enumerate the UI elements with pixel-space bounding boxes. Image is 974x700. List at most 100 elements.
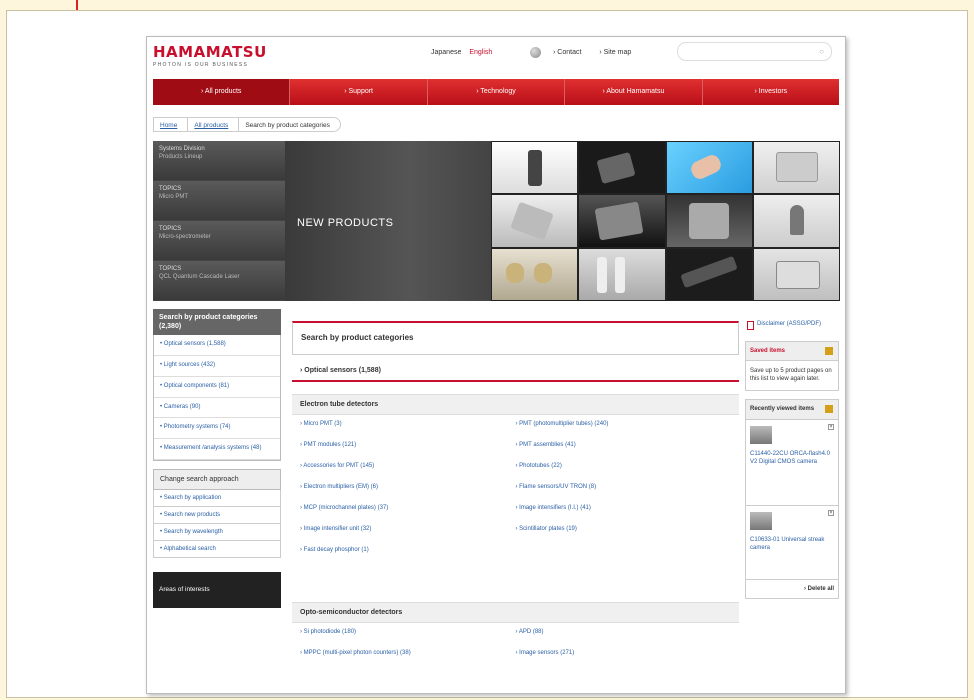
banner-tab[interactable]: TOPICS Micro PMT [153, 181, 285, 221]
main-nav: › All products › Support › Technology › … [153, 79, 839, 105]
product-image[interactable] [752, 141, 840, 195]
product-thumbnail[interactable] [750, 512, 772, 531]
product-image[interactable] [665, 247, 753, 301]
category-link[interactable]: › Phototubes (22) [516, 463, 732, 484]
sidebar: Search by product categories (2,380) • O… [153, 309, 281, 608]
site-header: HAMAMATSU PHOTON IS OUR BUSINESS Japanes… [147, 37, 845, 79]
lang-japanese-link[interactable]: Japanese [431, 49, 461, 56]
category-link[interactable]: › MCP (microchannel plates) (37) [300, 505, 516, 526]
category-link[interactable]: › Fast decay phosphor (1) [300, 547, 516, 568]
category-link[interactable]: › Image intensifiers (I.I.) (41) [516, 505, 732, 526]
logo-name: HAMAMATSU [153, 43, 267, 61]
sidebar-item-optical-sensors[interactable]: • Optical sensors (1,588) [154, 335, 280, 356]
hero-banner: Systems Division Products Lineup TOPICS Mi… [153, 141, 840, 301]
search-input[interactable]: ○ [677, 42, 832, 61]
banner-tab[interactable]: TOPICS Micro-spectrometer [153, 221, 285, 261]
breadcrumb-home[interactable]: Home [153, 117, 188, 132]
optical-sensors-heading[interactable]: › Optical sensors (1,588) [292, 361, 739, 382]
close-icon[interactable]: × [828, 424, 834, 431]
lang-english-link[interactable]: English [469, 49, 492, 56]
product-image[interactable] [491, 247, 579, 301]
star-icon [825, 346, 833, 355]
hero-panel[interactable]: NEW PRODUCTS [285, 141, 491, 301]
nav-support[interactable]: › Support [290, 79, 428, 105]
product-image[interactable] [578, 247, 666, 301]
product-thumbnail[interactable] [750, 426, 772, 445]
recent-item-link[interactable]: C11440-22CU ORCA-flash4.0 V2 Digital CMO… [750, 450, 834, 466]
sidebar-item-photometry[interactable]: • Photometry systems (74) [154, 418, 280, 440]
product-image[interactable] [578, 194, 666, 248]
product-image[interactable] [491, 141, 579, 195]
banner-tabs: Systems Division Products Lineup TOPICS Mi… [153, 141, 285, 301]
sidebar-heading: Search by product categories (2,380) [153, 309, 281, 336]
sidebar-item-optical-components[interactable]: • Optical components (81) [154, 377, 280, 398]
category-list: • Optical sensors (1,588) • Light source… [153, 335, 281, 461]
search-by-application-link[interactable]: • Search by application [153, 489, 281, 507]
nav-technology[interactable]: › Technology [428, 79, 566, 105]
nav-about[interactable]: › About Hamamatsu [565, 79, 703, 105]
section-heading: Electron tube detectors [292, 394, 739, 415]
category-link[interactable]: › Si photodiode (180) [300, 629, 516, 650]
contact-link[interactable]: › Contact [553, 49, 589, 56]
product-image[interactable] [752, 194, 840, 248]
language-switcher: Japanese English [431, 49, 492, 56]
alphabetical-search-link[interactable]: • Alphabetical search [153, 540, 281, 558]
product-image[interactable] [752, 247, 840, 301]
breadcrumb-current: Search by product categories [238, 117, 341, 132]
logo-tagline: PHOTON IS OUR BUSINESS [153, 62, 249, 68]
category-link[interactable]: › PMT (photomultiplier tubes) (240) [516, 421, 732, 442]
breadcrumb-all-products[interactable]: All products [187, 117, 239, 132]
delete-all-link[interactable]: › Delete all [745, 580, 839, 600]
category-columns: › Micro PMT (3) › PMT modules (121) › Ac… [292, 415, 739, 574]
product-image-grid [491, 141, 840, 301]
category-link[interactable]: › APD (88) [516, 629, 732, 650]
category-link[interactable]: › Flame sensors/UV TRON (8) [516, 484, 732, 505]
category-columns: › Si photodiode (180) › MPPC (multi-pixe… [292, 623, 739, 677]
close-icon[interactable]: × [828, 510, 834, 517]
nav-all-products[interactable]: › All products [153, 79, 291, 105]
top-links: › Contact › Site map [553, 49, 647, 56]
recent-items-heading: Recently viewed items [745, 398, 839, 421]
sidebar-item-cameras[interactable]: • Cameras (90) [154, 398, 280, 419]
sidebar-item-light-sources[interactable]: • Light sources (432) [154, 356, 280, 377]
search-new-products-link[interactable]: • Search new products [153, 506, 281, 524]
sidebar-item-measurement[interactable]: • Measurement /analysis systems (48) [154, 439, 280, 460]
category-link[interactable]: › PMT modules (121) [300, 442, 516, 463]
hero-title: NEW PRODUCTS [297, 217, 394, 229]
recent-item[interactable]: × C11440-22CU ORCA-flash4.0 V2 Digital C… [745, 420, 839, 507]
category-link[interactable]: › PMT assemblies (41) [516, 442, 732, 463]
right-column: Disclaimer (ASSG/PDF) Saved items Save u… [745, 321, 839, 600]
breadcrumb: Home All products Search by product cate… [153, 117, 341, 132]
recent-item[interactable]: × C10633-01 Universal streak camera [745, 506, 839, 581]
change-search-heading: Change search approach [153, 468, 281, 490]
category-link[interactable]: › Image sensors (271) [516, 650, 732, 671]
product-image[interactable] [665, 194, 753, 248]
recent-item-link[interactable]: C10633-01 Universal streak camera [750, 536, 834, 552]
category-link[interactable]: › Scintillator plates (19) [516, 526, 732, 547]
product-image[interactable] [491, 194, 579, 248]
banner-tab[interactable]: TOPICS QCL Quantum Cascade Laser [153, 261, 285, 301]
pdf-icon [747, 321, 754, 330]
category-link[interactable]: › Image intensifier unit (32) [300, 526, 516, 547]
disclaimer-link[interactable]: Disclaimer (ASSG/PDF) [745, 321, 839, 330]
logo[interactable]: HAMAMATSU PHOTON IS OUR BUSINESS [153, 43, 267, 68]
search-by-wavelength-link[interactable]: • Search by wavelength [153, 523, 281, 541]
category-link[interactable]: › Electron multipliers (EM) (6) [300, 484, 516, 505]
star-icon [825, 404, 833, 413]
category-link[interactable]: › Micro PMT (3) [300, 421, 516, 442]
sitemap-link[interactable]: › Site map [599, 49, 639, 56]
areas-of-interest-banner[interactable]: Areas of interests [153, 571, 281, 608]
globe-icon[interactable] [530, 47, 541, 58]
search-icon[interactable]: ○ [819, 47, 824, 56]
website-screenshot: HAMAMATSU PHOTON IS OUR BUSINESS Japanes… [146, 36, 846, 694]
saved-items-body: Save up to 5 product pages on this list … [745, 360, 839, 391]
nav-investors[interactable]: › Investors [703, 79, 839, 105]
category-link[interactable]: › MPPC (multi-pixel photon counters) (38… [300, 650, 516, 671]
product-image[interactable] [578, 141, 666, 195]
category-link[interactable]: › Accessories for PMT (145) [300, 463, 516, 484]
main-content: Search by product categories › Optical s… [292, 321, 739, 677]
banner-tab[interactable]: Systems Division Products Lineup [153, 141, 285, 181]
section-heading: Opto-semiconductor detectors [292, 602, 739, 623]
page-title: Search by product categories [292, 321, 739, 355]
product-image[interactable] [665, 141, 753, 195]
